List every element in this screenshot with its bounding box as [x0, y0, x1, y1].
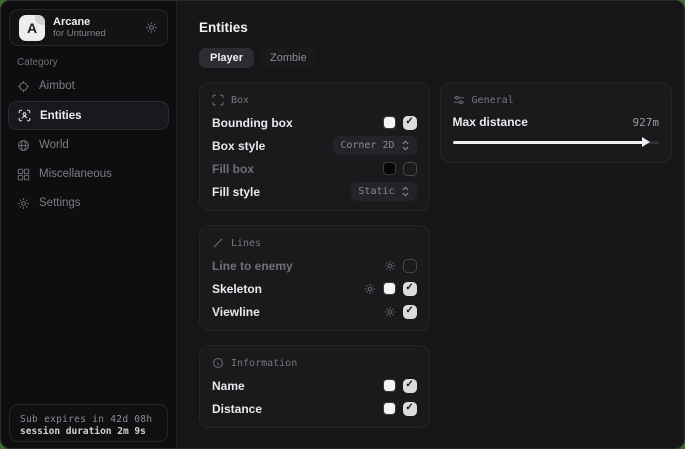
box-corners-icon [212, 94, 224, 106]
setting-row-box-style: Box style Corner 2D [212, 134, 417, 157]
checkbox[interactable] [403, 305, 417, 319]
sidebar-item-miscellaneous[interactable]: Miscellaneous [1, 160, 176, 188]
sliders-icon [453, 94, 465, 106]
fill-style-dropdown[interactable]: Static [351, 182, 416, 201]
subscription-card: Sub expires in 42d 08h session duration … [9, 404, 168, 442]
sidebar-item-entities[interactable]: Entities [8, 101, 169, 130]
dropdown-value: Static [358, 186, 394, 197]
setting-row-name: Name [212, 374, 417, 397]
section-title: Box [231, 95, 249, 106]
app-header-card: A Arcane for Unturned [9, 9, 168, 46]
tab-player[interactable]: Player [199, 48, 254, 68]
app-logo-letter: A [27, 20, 37, 36]
app-subtitle: for Unturned [53, 28, 106, 39]
setting-label: Max distance [453, 115, 528, 129]
setting-label: Viewline [212, 305, 260, 319]
globe-icon [17, 139, 30, 152]
max-distance-value: 927m [633, 116, 660, 129]
setting-label: Name [212, 379, 245, 393]
sidebar-item-world[interactable]: World [1, 131, 176, 159]
sidebar-item-aimbot[interactable]: Aimbot [1, 72, 176, 100]
grid-icon [17, 168, 30, 181]
setting-label: Line to enemy [212, 259, 293, 273]
tab-zombie[interactable]: Zombie [259, 48, 318, 68]
color-swatch[interactable] [383, 116, 396, 129]
row-settings-gear-icon[interactable] [384, 260, 396, 272]
setting-label: Distance [212, 402, 262, 416]
sidebar-item-label: Entities [40, 110, 82, 122]
setting-row-viewline: Viewline [212, 300, 417, 323]
info-icon [212, 357, 224, 369]
max-distance-slider[interactable] [453, 135, 659, 149]
setting-row-fill-style: Fill style Static [212, 180, 417, 203]
slider-thumb[interactable] [642, 137, 650, 147]
sidebar: A Arcane for Unturned Category [1, 1, 177, 448]
setting-row-line-to-enemy: Line to enemy [212, 254, 417, 277]
checkbox[interactable] [403, 116, 417, 130]
sidebar-item-label: Aimbot [39, 80, 75, 92]
app-logo: A [19, 15, 45, 41]
app-window: A Arcane for Unturned Category [0, 0, 685, 449]
sidebar-item-label: Miscellaneous [39, 168, 112, 180]
setting-row-bounding-box: Bounding box [212, 111, 417, 134]
app-titles: Arcane for Unturned [53, 16, 106, 39]
crosshair-icon [17, 80, 30, 93]
general-section: General Max distance 927m [440, 82, 672, 163]
setting-label: Box style [212, 139, 265, 153]
chevron-updown-icon [401, 140, 410, 151]
sidebar-item-label: World [39, 139, 69, 151]
section-title: Lines [231, 238, 261, 249]
sub-expires-text: Sub expires in 42d 08h [20, 414, 157, 425]
chevron-updown-icon [401, 186, 410, 197]
sidebar-item-label: Settings [39, 197, 81, 209]
color-swatch[interactable] [383, 162, 396, 175]
row-settings-gear-icon[interactable] [384, 306, 396, 318]
section-title: General [472, 95, 514, 106]
setting-label: Fill style [212, 185, 260, 199]
setting-row-fill-box: Fill box [212, 157, 417, 180]
checkbox[interactable] [403, 282, 417, 296]
checkbox[interactable] [403, 162, 417, 176]
color-swatch[interactable] [383, 379, 396, 392]
page-title: Entities [199, 20, 672, 35]
diagonal-line-icon [212, 237, 224, 249]
lines-section: Lines Line to enemy [199, 225, 430, 331]
slider-fill [453, 141, 644, 144]
setting-row-skeleton: Skeleton [212, 277, 417, 300]
gear-icon [17, 197, 30, 210]
box-style-dropdown[interactable]: Corner 2D [333, 136, 416, 155]
sidebar-item-settings[interactable]: Settings [1, 189, 176, 217]
category-label: Category [17, 57, 58, 68]
main-content: Entities Player Zombie Box [178, 1, 684, 448]
app-name: Arcane [53, 16, 106, 28]
dropdown-value: Corner 2D [340, 140, 394, 151]
session-duration-text: session duration 2m 9s [20, 426, 157, 437]
row-settings-gear-icon[interactable] [364, 283, 376, 295]
color-swatch[interactable] [383, 282, 396, 295]
sidebar-nav: Aimbot Entities [1, 71, 176, 218]
information-section: Information Name Distance [199, 345, 430, 428]
setting-row-max-distance: Max distance 927m [453, 111, 659, 133]
color-swatch[interactable] [383, 402, 396, 415]
scan-icon [18, 109, 31, 122]
checkbox[interactable] [403, 379, 417, 393]
setting-label: Fill box [212, 162, 254, 176]
header-gear-icon[interactable] [145, 21, 158, 34]
tab-bar: Player Zombie [199, 48, 672, 68]
setting-row-distance: Distance [212, 397, 417, 420]
checkbox[interactable] [403, 402, 417, 416]
setting-label: Bounding box [212, 116, 293, 130]
checkbox[interactable] [403, 259, 417, 273]
setting-label: Skeleton [212, 282, 262, 296]
box-section: Box Bounding box Box style Cor [199, 82, 430, 211]
section-title: Information [231, 358, 297, 369]
